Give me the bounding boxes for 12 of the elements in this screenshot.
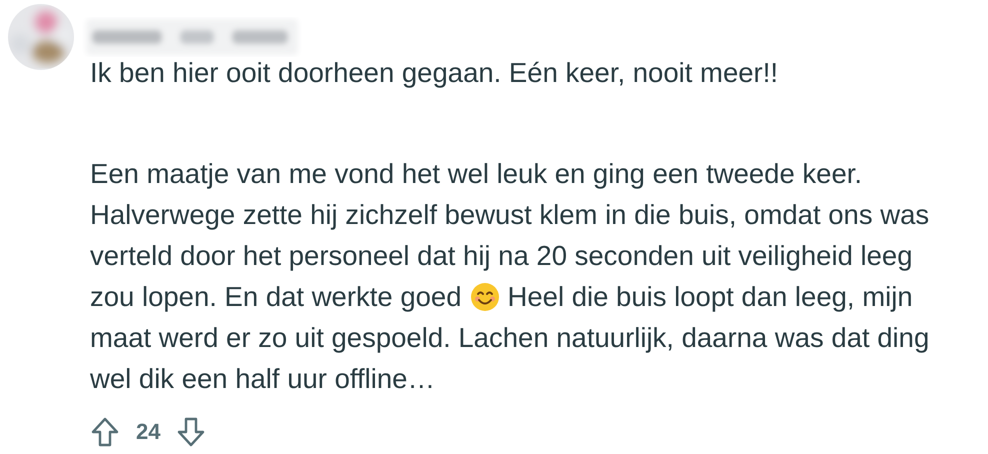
comment-text: Ik ben hier ooit doorheen gegaan. Eén keer, nooit meer!!: [90, 56, 778, 90]
vote-count: 24: [136, 418, 160, 446]
comment-text: Een maatje van me vond het wel leuk en ging een tweede keer.: [90, 157, 862, 191]
downvote-icon[interactable]: [176, 416, 206, 448]
comment-text: verteld door het personeel dat hij na 20 seconden uit veiligheid leeg: [90, 239, 913, 273]
comment-text: Halverwege zette hij zichzelf bewust klem in die buis, omdat ons was: [90, 198, 930, 232]
comment-text: Heel die buis loopt dan leeg, mijn: [508, 280, 913, 314]
smiley-icon: [470, 282, 500, 312]
comment-text: wel dik een half uur offline…: [90, 362, 435, 396]
upvote-icon[interactable]: [90, 416, 120, 448]
comment-text: zou lopen. En dat werkte goed: [90, 280, 462, 314]
comment-text: maat werd er zo uit gespoeld. Lachen natuurlijk, daarna was dat ding: [90, 321, 930, 355]
